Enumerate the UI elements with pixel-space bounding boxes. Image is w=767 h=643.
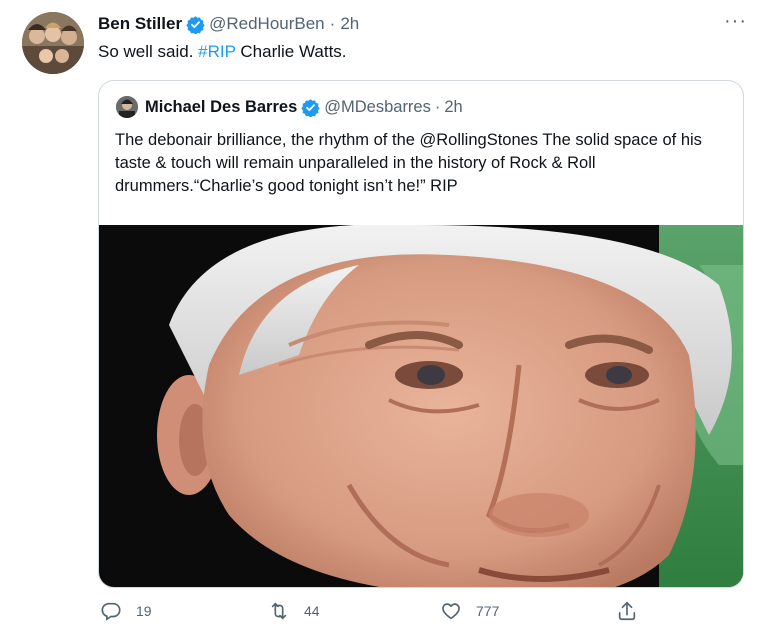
tweet-text-suffix: Charlie Watts. bbox=[235, 42, 347, 61]
more-options-icon[interactable]: ··· bbox=[724, 10, 747, 33]
quote-author-avatar bbox=[116, 96, 138, 118]
share-button[interactable] bbox=[616, 600, 638, 622]
quoted-tweet[interactable]: Michael Des Barres @MDesbarres · 2h The … bbox=[98, 80, 744, 588]
verified-badge-icon bbox=[301, 98, 320, 117]
separator-dot: · bbox=[434, 97, 441, 116]
tweet-header: Ben Stiller @RedHourBen · 2h bbox=[98, 12, 359, 36]
quote-author-handle: @MDesbarres bbox=[324, 97, 431, 116]
reply-count: 19 bbox=[136, 603, 152, 619]
heart-icon bbox=[442, 603, 460, 620]
quote-text: The debonair brilliance, the rhythm of t… bbox=[115, 131, 702, 195]
author-name[interactable]: Ben Stiller bbox=[98, 14, 182, 34]
quote-photo[interactable] bbox=[99, 225, 744, 588]
verified-badge-icon bbox=[186, 15, 205, 34]
tweet: Ben Stiller @RedHourBen · 2h ··· So well… bbox=[0, 0, 767, 643]
retweet-icon bbox=[271, 602, 287, 620]
tweet-actions: 19 44 777 bbox=[98, 600, 658, 628]
retweet-count: 44 bbox=[304, 603, 320, 619]
reply-button[interactable]: 19 bbox=[100, 600, 152, 622]
like-count: 777 bbox=[476, 603, 500, 619]
like-button[interactable]: 777 bbox=[440, 600, 499, 622]
tweet-time[interactable]: 2h bbox=[340, 14, 359, 34]
separator-dot: · bbox=[329, 14, 336, 33]
author-handle[interactable]: @RedHourBen bbox=[209, 14, 325, 34]
quote-author-name: Michael Des Barres bbox=[145, 97, 298, 116]
hashtag-link[interactable]: #RIP bbox=[198, 42, 236, 61]
tweet-text-prefix: So well said. bbox=[98, 42, 199, 61]
retweet-button[interactable]: 44 bbox=[268, 600, 320, 622]
quote-header: Michael Des Barres @MDesbarres · 2h bbox=[145, 96, 463, 118]
reply-icon bbox=[101, 602, 121, 621]
author-avatar[interactable] bbox=[22, 12, 84, 74]
share-icon bbox=[618, 601, 636, 621]
tweet-text: So well said. #RIP Charlie Watts. bbox=[98, 42, 347, 62]
quote-time: 2h bbox=[444, 97, 463, 116]
